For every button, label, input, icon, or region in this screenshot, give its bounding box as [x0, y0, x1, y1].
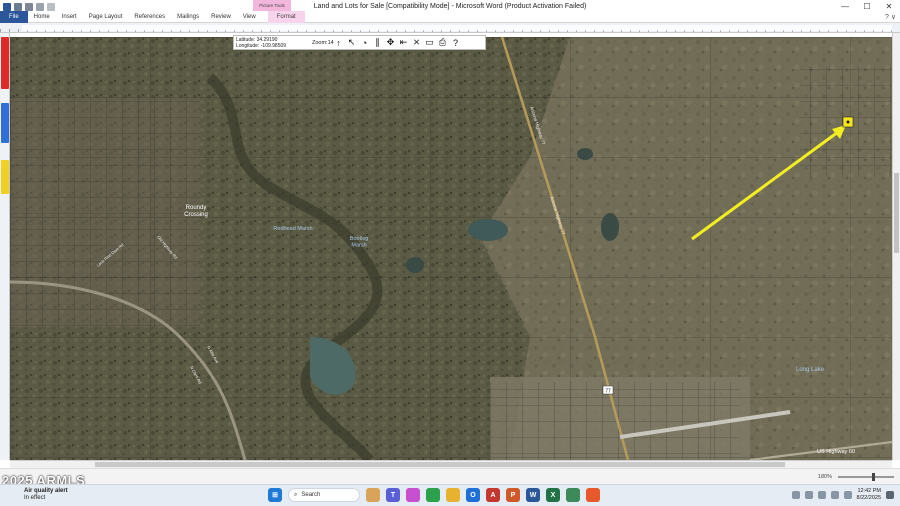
weather-subtitle: In effect: [24, 495, 46, 501]
longitude-value: -109.98509: [260, 42, 287, 49]
customize-icon[interactable]: [47, 2, 55, 11]
battery-icon[interactable]: [843, 491, 852, 499]
vertical-scrollbar[interactable]: [892, 33, 900, 460]
zoom-label: Zoom:14: [312, 39, 334, 46]
tab-file[interactable]: File: [0, 10, 28, 23]
details-tab[interactable]: [1, 103, 9, 143]
excel-icon[interactable]: X: [546, 488, 560, 502]
ribbon-tabs: File Home Insert Page Layout References …: [0, 10, 900, 23]
lots-owner-tab[interactable]: [1, 37, 9, 89]
outlook-icon[interactable]: O: [466, 488, 480, 502]
file-explorer-icon[interactable]: [446, 488, 460, 502]
help-expand-icon[interactable]: ? ∨: [885, 13, 896, 21]
roundy-crossing-label: Roundy Crossing: [184, 205, 208, 218]
help-icon[interactable]: ?: [449, 36, 462, 49]
windows-taskbar: Air quality alert In effect ⊞ ⌕ Search T…: [0, 484, 900, 506]
move-icon[interactable]: ✥: [384, 36, 397, 49]
copilot-app-icon[interactable]: [406, 488, 420, 502]
tab-insert[interactable]: Insert: [56, 11, 83, 23]
system-tray: 12:42 PM 8/22/2025: [791, 488, 894, 502]
tab-page-layout[interactable]: Page Layout: [83, 11, 129, 23]
pointer-icon[interactable]: ↖: [345, 36, 358, 49]
tab-review[interactable]: Review: [205, 11, 237, 23]
powerpoint-icon[interactable]: P: [506, 488, 520, 502]
picture-tools-group-label: Picture Tools: [253, 0, 291, 11]
zoom-slider[interactable]: [838, 473, 894, 481]
search-label: Search: [301, 492, 321, 498]
tab-mailings[interactable]: Mailings: [171, 11, 205, 23]
vertical-ruler[interactable]: [0, 33, 10, 460]
clock[interactable]: 12:42 PM 8/22/2025: [857, 488, 881, 502]
scroll-thumb-horizontal[interactable]: [95, 462, 785, 467]
tab-format[interactable]: Format: [267, 10, 305, 23]
onedrive-icon[interactable]: [804, 491, 813, 499]
bootleg-marsh-label: Bootleg Marsh: [350, 236, 369, 248]
save-icon[interactable]: [14, 2, 22, 11]
satellite-map-image[interactable]: 77 Roundy Crossing Redhead Marsh Bootleg M…: [10, 37, 892, 460]
lasso-icon[interactable]: ◔: [358, 36, 371, 49]
window-title: Land and Lots for Sale [Compatibility Mo…: [313, 3, 587, 10]
scroll-thumb[interactable]: [894, 173, 899, 253]
chevron-up-icon[interactable]: [791, 491, 800, 499]
back-icon[interactable]: ⇤: [397, 36, 410, 49]
search-icon: ⌕: [294, 491, 298, 498]
print-icon[interactable]: ⎙: [436, 36, 449, 49]
status-bar: 180%: [0, 468, 900, 484]
acrobat-icon[interactable]: A: [486, 488, 500, 502]
zoom-percentage[interactable]: 180%: [818, 474, 832, 480]
taskbar-apps: ⊞ ⌕ Search T O A P W X: [268, 488, 600, 502]
word-icon: [3, 2, 11, 11]
tab-references[interactable]: References: [128, 11, 171, 23]
redo-icon[interactable]: [36, 2, 44, 11]
arrow-up-icon[interactable]: ↑: [332, 36, 345, 49]
shield-label: 77: [605, 389, 611, 395]
teams-icon[interactable]: T: [386, 488, 400, 502]
tab-view[interactable]: View: [237, 11, 262, 23]
tab-home[interactable]: Home: [28, 11, 56, 23]
home-tab[interactable]: [1, 160, 9, 194]
measure-icon[interactable]: ∥: [371, 36, 384, 49]
start-icon[interactable]: ⊞: [268, 488, 282, 502]
coordinates-readout: Latitude: 34.29190 Longitude: -109.98509: [234, 37, 312, 49]
word-taskbar-icon[interactable]: W: [526, 488, 540, 502]
copilot-icon[interactable]: [366, 488, 380, 502]
ruler-icon[interactable]: ▭: [423, 36, 436, 49]
map-toolbar: Latitude: 34.29190 Longitude: -109.98509…: [233, 35, 486, 50]
brave-icon[interactable]: [586, 488, 600, 502]
weather-title: Air quality alert: [24, 488, 68, 494]
clear-icon[interactable]: ⨯: [410, 36, 423, 49]
horizontal-scrollbar[interactable]: [10, 460, 892, 468]
taskbar-search[interactable]: ⌕ Search: [288, 488, 360, 502]
long-lake-label: Long Lake: [796, 367, 825, 373]
app-icon[interactable]: [566, 488, 580, 502]
notifications-icon[interactable]: [886, 491, 894, 499]
undo-icon[interactable]: [25, 2, 33, 11]
redhead-marsh-label: Redhead Marsh: [273, 226, 312, 232]
chrome-icon[interactable]: [426, 488, 440, 502]
wifi-icon[interactable]: [817, 491, 826, 499]
clock-time: 12:42 PM: [857, 488, 881, 494]
us-highway-60-label: US Highway 60: [817, 449, 855, 455]
longitude-label: Longitude:: [236, 42, 260, 49]
ruler-margin-area: [22, 25, 892, 31]
weather-widget[interactable]: Air quality alert In effect: [24, 488, 68, 502]
volume-icon[interactable]: [830, 491, 839, 499]
zoom-slider-knob[interactable]: [872, 473, 875, 481]
clock-date: 8/22/2025: [856, 495, 881, 501]
